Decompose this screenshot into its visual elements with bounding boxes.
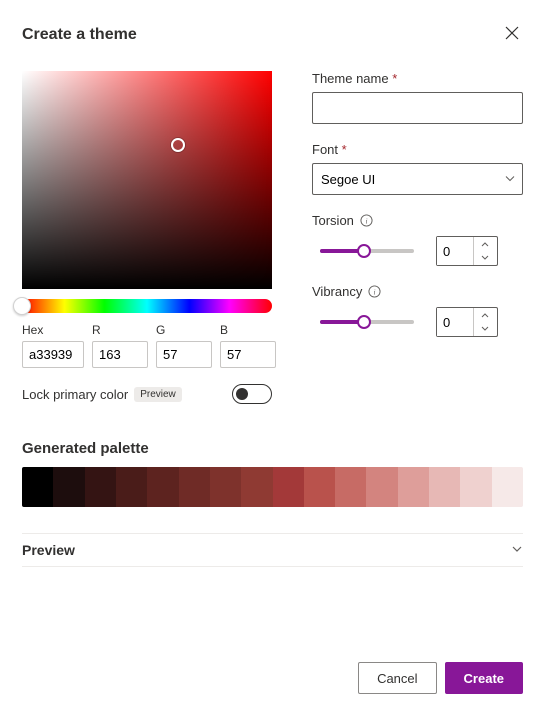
info-icon[interactable]: i (360, 214, 373, 227)
palette-swatch (460, 467, 491, 507)
torsion-value-input[interactable] (437, 237, 473, 265)
color-saturation-value-area[interactable] (22, 71, 272, 289)
cancel-button[interactable]: Cancel (358, 662, 436, 694)
palette-swatch (210, 467, 241, 507)
preview-label: Preview (22, 542, 75, 558)
torsion-slider-thumb[interactable] (357, 244, 371, 258)
font-label: Font * (312, 142, 523, 157)
vibrancy-slider-thumb[interactable] (357, 315, 371, 329)
vibrancy-label: Vibrancy i (312, 284, 523, 299)
palette-swatch (53, 467, 84, 507)
generated-palette (22, 467, 523, 507)
palette-swatch (335, 467, 366, 507)
required-marker: * (342, 142, 347, 157)
b-input[interactable] (220, 341, 276, 368)
g-label: G (156, 323, 212, 337)
palette-swatch (85, 467, 116, 507)
required-marker: * (392, 71, 397, 86)
sv-thumb[interactable] (171, 138, 185, 152)
svg-text:i: i (373, 287, 375, 296)
torsion-label: Torsion i (312, 213, 523, 228)
r-label: R (92, 323, 148, 337)
lock-primary-label: Lock primary color (22, 387, 128, 402)
palette-swatch (429, 467, 460, 507)
palette-swatch (273, 467, 304, 507)
hex-label: Hex (22, 323, 84, 337)
close-button[interactable] (501, 22, 523, 47)
theme-name-input[interactable] (312, 92, 523, 124)
svg-text:i: i (365, 216, 367, 225)
palette-swatch (179, 467, 210, 507)
hex-input[interactable] (22, 341, 84, 368)
preview-badge: Preview (134, 387, 182, 402)
torsion-spinner[interactable] (436, 236, 498, 266)
r-input[interactable] (92, 341, 148, 368)
lock-primary-toggle[interactable] (232, 384, 272, 404)
torsion-slider[interactable] (320, 249, 414, 253)
palette-swatch (304, 467, 335, 507)
create-button[interactable]: Create (445, 662, 523, 694)
g-input[interactable] (156, 341, 212, 368)
vibrancy-decrement[interactable] (474, 322, 495, 334)
palette-swatch (398, 467, 429, 507)
font-select[interactable] (312, 163, 523, 195)
vibrancy-increment[interactable] (474, 310, 495, 322)
vibrancy-value-input[interactable] (437, 308, 473, 336)
palette-swatch (492, 467, 523, 507)
info-icon[interactable]: i (368, 285, 381, 298)
b-label: B (220, 323, 276, 337)
theme-name-label: Theme name * (312, 71, 523, 86)
vibrancy-slider[interactable] (320, 320, 414, 324)
palette-swatch (366, 467, 397, 507)
hue-thumb[interactable] (13, 297, 31, 315)
palette-swatch (22, 467, 53, 507)
close-icon (505, 26, 519, 40)
hue-slider[interactable] (22, 299, 272, 313)
dialog-title: Create a theme (22, 26, 137, 44)
palette-swatch (147, 467, 178, 507)
palette-swatch (241, 467, 272, 507)
palette-swatch (116, 467, 147, 507)
toggle-knob (236, 388, 248, 400)
vibrancy-spinner[interactable] (436, 307, 498, 337)
torsion-decrement[interactable] (474, 251, 495, 263)
generated-palette-heading: Generated palette (22, 440, 523, 457)
torsion-increment[interactable] (474, 239, 495, 251)
preview-accordion[interactable]: Preview (22, 533, 523, 567)
chevron-down-icon (511, 543, 523, 558)
